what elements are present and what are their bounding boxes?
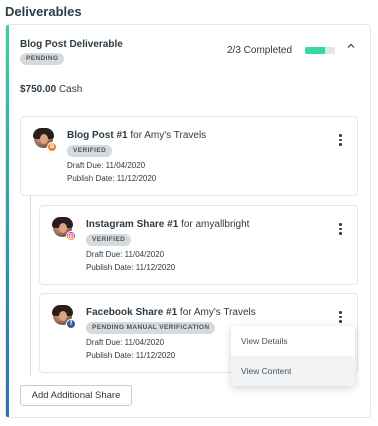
post-title: Instagram Share #1 for amyallbright — [86, 219, 249, 230]
post-title-account: for amyallbright — [178, 219, 250, 230]
chevron-up-icon[interactable] — [344, 41, 358, 55]
post-title-account: for Amy's Travels — [127, 130, 207, 141]
post-title-main: Blog Post #1 — [67, 130, 128, 141]
draft-due: Draft Due: 11/04/2020 — [86, 250, 165, 259]
draft-due: Draft Due: 11/04/2020 — [86, 338, 165, 347]
draft-due: Draft Due: 11/04/2020 — [67, 161, 146, 170]
progress-text: 2/3 Completed — [227, 45, 293, 56]
menu-item-view-details[interactable]: View Details — [231, 326, 355, 356]
blogger-icon: B — [47, 142, 57, 152]
section-title: Deliverables — [5, 4, 82, 19]
post-title-main: Facebook Share #1 — [86, 307, 178, 318]
verification-badge: VERIFIED — [67, 145, 113, 157]
price-type: Cash — [58, 84, 83, 95]
post-card-instagram: Instagram Share #1 for amyallbright VERI… — [39, 205, 358, 285]
post-title-account: for Amy's Travels — [177, 307, 256, 318]
post-title: Blog Post #1 for Amy's Travels — [67, 130, 206, 141]
publish-date: Publish Date: 11/12/2020 — [86, 263, 176, 272]
menu-item-view-content[interactable]: View Content — [231, 356, 355, 386]
options-dropdown-menu: View Details View Content — [231, 326, 355, 386]
more-options-icon[interactable] — [335, 310, 345, 324]
deliverable-title: Blog Post Deliverable — [20, 39, 123, 50]
price-amount: $750.00 — [20, 84, 57, 95]
accent-bar — [6, 25, 9, 417]
status-badge: PENDING — [20, 53, 65, 65]
verification-badge: PENDING MANUAL VERIFICATION — [86, 322, 216, 334]
progress-bar — [305, 47, 335, 54]
verification-badge: VERIFIED — [86, 234, 132, 246]
publish-date: Publish Date: 11/12/2020 — [67, 174, 157, 183]
post-title-main: Instagram Share #1 — [86, 219, 179, 230]
publish-date: Publish Date: 11/12/2020 — [86, 351, 176, 360]
more-options-icon[interactable] — [335, 222, 345, 236]
post-title: Facebook Share #1 for Amy's Travels — [86, 307, 256, 318]
more-options-icon[interactable] — [335, 133, 345, 147]
tree-connector — [30, 195, 31, 376]
instagram-icon — [66, 231, 76, 241]
facebook-icon: f — [66, 319, 76, 329]
progress-bar-fill — [305, 47, 325, 54]
price: $750.00 Cash — [20, 84, 82, 95]
post-card-blog: B Blog Post #1 for Amy's Travels VERIFIE… — [20, 116, 358, 196]
add-additional-share-button[interactable]: Add Additional Share — [20, 385, 132, 406]
